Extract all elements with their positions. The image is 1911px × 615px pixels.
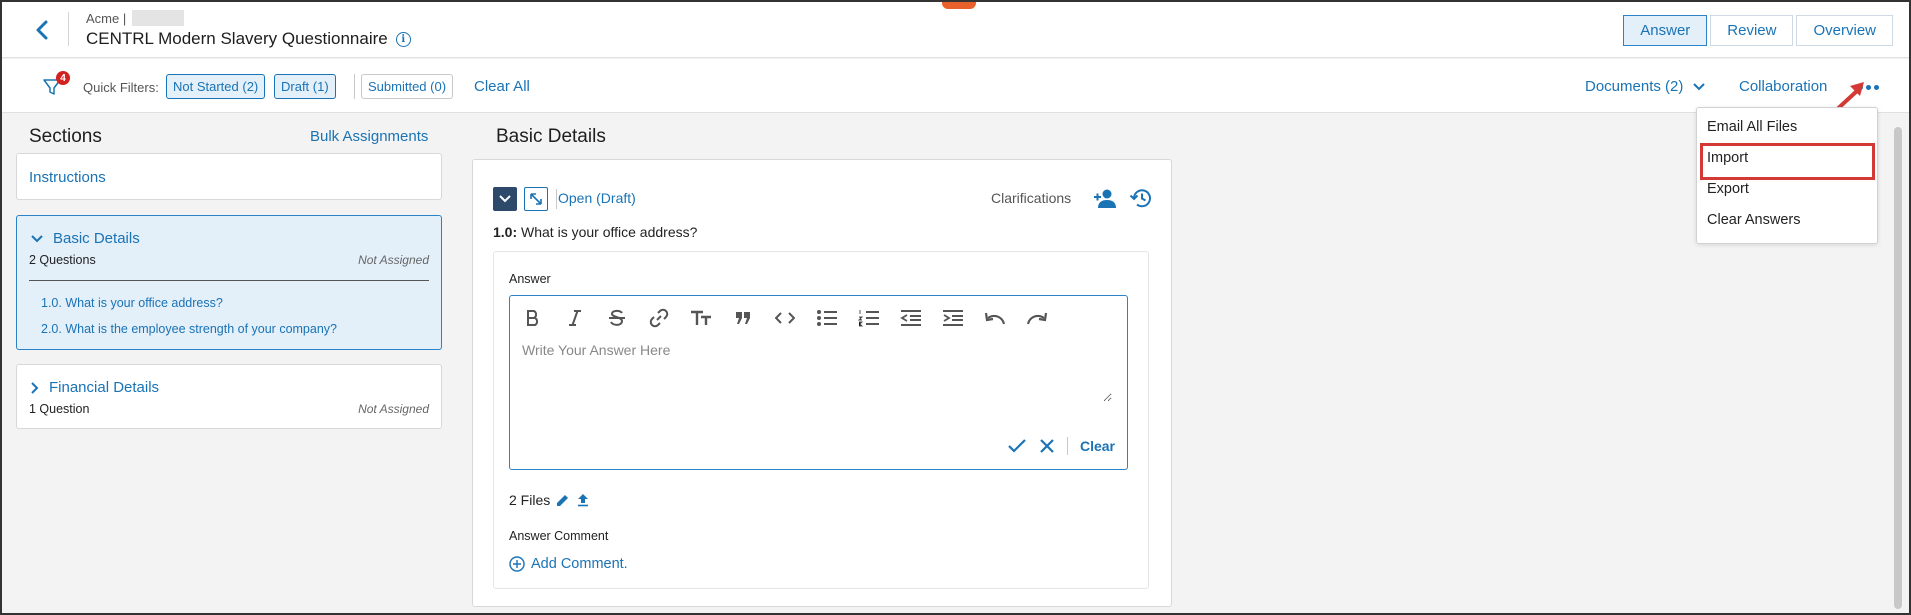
menu-item-export[interactable]: Export [1707,181,1749,197]
main-section-title: Basic Details [496,126,606,147]
question-link[interactable]: 2.0. What is the employee strength of yo… [41,322,337,336]
expand-icon [530,193,542,205]
answer-label: Answer [509,272,551,286]
close-icon[interactable] [1039,438,1055,454]
breadcrumb: Acme | [86,10,185,26]
question-number: 1.0: [493,224,518,240]
header-divider [68,12,69,46]
menu-item-email-all-files[interactable]: Email All Files [1707,119,1797,135]
strikethrough-icon[interactable] [602,306,632,330]
italic-icon[interactable] [560,306,590,330]
tab-overview[interactable]: Overview [1796,15,1893,46]
documents-label: Documents (2) [1585,78,1684,95]
instructions-item[interactable]: Instructions [16,153,442,200]
chevron-down-icon [1693,82,1706,90]
section-divider [29,280,429,281]
more-options-menu: Email All Files Import Export Clear Answ… [1696,107,1878,244]
outdent-icon[interactable] [896,306,926,330]
menu-item-import[interactable]: Import [1707,150,1748,166]
filter-bar: 4 Quick Filters: Not Started (2) Draft (… [2,59,1909,113]
editor-toolbar [518,306,1052,330]
bold-icon[interactable] [518,306,548,330]
documents-dropdown[interactable]: Documents (2) [1585,78,1706,95]
bulk-assignments-link[interactable]: Bulk Assignments [310,128,428,145]
tab-review[interactable]: Review [1710,15,1794,46]
scrollbar[interactable] [1894,127,1902,609]
text-size-icon[interactable] [686,306,716,330]
editor-action-divider [1066,437,1068,455]
menu-item-clear-answers[interactable]: Clear Answers [1707,212,1800,228]
answer-comment-label: Answer Comment [509,529,609,543]
section-card-financial-details[interactable]: Financial Details 1 Question Not Assigne… [16,364,442,429]
check-icon[interactable] [1007,438,1027,454]
section-header[interactable]: Basic Details [31,230,140,247]
clear-all-link[interactable]: Clear All [474,78,530,95]
top-bar: Acme | CENTRL Modern Slavery Questionnai… [2,2,1909,58]
clarifications-label: Clarifications [991,190,1072,206]
back-button[interactable] [28,16,56,44]
breadcrumb-org: Acme | [86,10,127,26]
section-question-count: 2 Questions [29,253,96,267]
page-title: CENTRL Modern Slavery Questionnaire i [86,29,411,49]
more-dot-icon [1873,84,1879,90]
bullet-list-icon[interactable] [812,306,842,330]
chevron-left-icon [36,20,48,40]
answer-section: Answer Clear [493,251,1149,589]
filter-chip-draft[interactable]: Draft (1) [274,74,336,99]
section-header[interactable]: Financial Details [31,379,159,396]
section-card-basic-details[interactable]: Basic Details 2 Questions Not Assigned 1… [16,215,442,350]
section-assignment: Not Assigned [358,253,429,267]
answer-input[interactable] [522,342,1112,402]
redacted-name [132,10,185,26]
upload-icon[interactable] [576,493,590,507]
undo-icon[interactable] [980,306,1010,330]
chevron-right-icon [31,381,39,394]
expand-button[interactable] [524,187,548,211]
files-row: 2 Files [509,492,590,508]
add-comment-link[interactable]: Add Comment. [509,556,628,572]
section-name: Financial Details [49,379,160,396]
editor-actions: Clear [1007,437,1115,455]
indent-icon[interactable] [938,306,968,330]
collaboration-link[interactable]: Collaboration [1739,78,1827,95]
quick-filters-label: Quick Filters: [83,80,159,95]
add-person-icon[interactable] [1093,187,1117,209]
clear-button[interactable]: Clear [1080,438,1115,454]
plus-circle-icon [509,556,525,572]
filter-divider [354,74,355,99]
chevron-down-icon [499,195,511,203]
link-icon[interactable] [644,306,674,330]
page-title-text: CENTRL Modern Slavery Questionnaire [86,29,388,48]
info-icon[interactable]: i [395,31,411,47]
question-body: What is your office address? [521,224,698,240]
filter-count-badge: 4 [56,71,70,85]
section-name: Basic Details [53,230,140,247]
history-icon[interactable] [1129,186,1153,210]
question-text: 1.0: What is your office address? [493,224,697,240]
redo-icon[interactable] [1022,306,1052,330]
edit-pencil-icon[interactable] [556,493,570,507]
code-icon[interactable] [770,306,800,330]
quote-icon[interactable] [728,306,758,330]
filter-chip-submitted[interactable]: Submitted (0) [361,74,454,99]
rich-text-editor[interactable]: Clear [509,295,1128,470]
filter-chip-not-started[interactable]: Not Started (2) [166,74,266,99]
brand-tab [942,2,976,9]
chevron-down-icon [31,234,43,242]
question-link[interactable]: 1.0. What is your office address? [41,296,223,310]
tab-answer[interactable]: Answer [1623,15,1708,46]
question-card: Open (Draft) Clarifications 1.0: What is… [472,159,1172,607]
section-question-count: 1 Question [29,402,90,416]
section-assignment: Not Assigned [358,402,429,416]
collapse-button[interactable] [493,187,517,211]
status-divider [556,189,557,209]
add-comment-label: Add Comment. [531,556,628,572]
status-label: Open (Draft) [558,190,636,206]
sections-heading: Sections [29,126,102,147]
files-count: 2 Files [509,492,551,508]
mode-tabs: Answer Review Overview [1623,15,1893,46]
numbered-list-icon[interactable] [854,306,884,330]
